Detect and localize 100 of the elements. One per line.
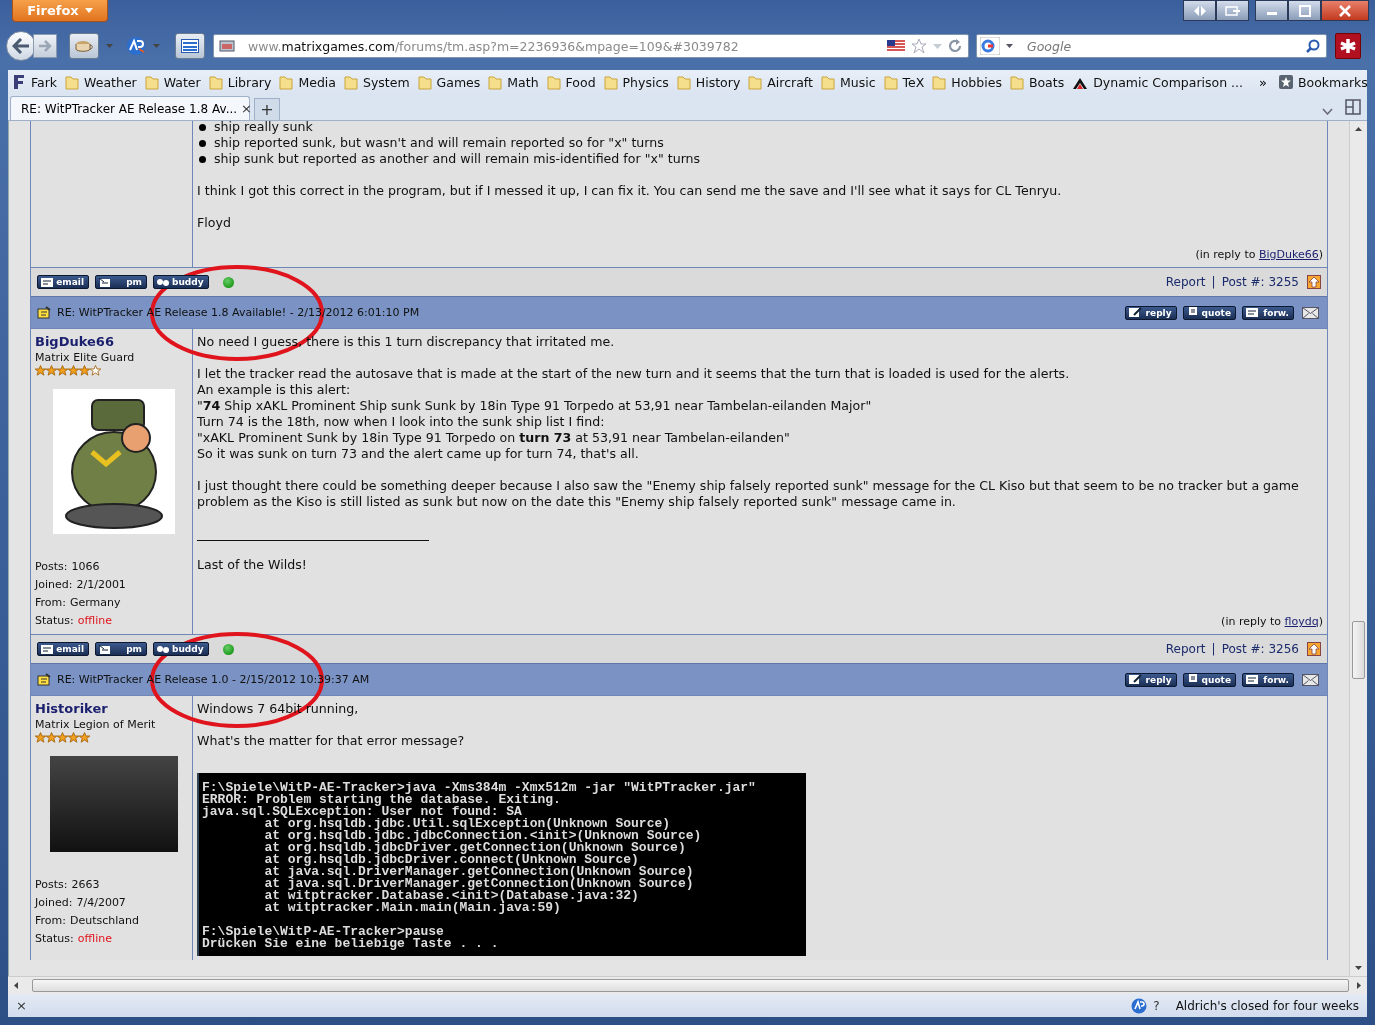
post-text: "74 Ship xAKL Prominent Ship sunk Sunk by 18in Type 91 Torpedo at 53,91 near Tambelan-eilanden Major" [197,398,873,414]
bookmark-link[interactable]: Games [415,74,483,90]
post-text: An example is this alert: [197,382,352,398]
bookmark-link[interactable]: Weather [63,74,139,90]
profile-action-button[interactable]: pm [95,642,147,656]
note-pencil-icon [37,673,51,686]
stat-label: Status: [35,932,74,945]
post-action-button[interactable]: reply [1124,305,1177,320]
back-button[interactable] [6,31,36,61]
envelope-icon[interactable] [1302,673,1319,686]
folder-icon [820,74,835,90]
profile-action-button[interactable]: email [37,642,89,656]
up-arrow-icon[interactable] [1307,642,1321,656]
tab-list-caret-icon[interactable] [1322,108,1333,115]
up-arrow-icon[interactable] [1307,275,1321,289]
bookmark-link[interactable]: Music [818,74,878,90]
bookmark-link[interactable]: Dynamic Comparison ... [1070,74,1246,90]
close-tab-button[interactable]: × [241,101,252,116]
addon-button[interactable] [1335,33,1361,59]
ap-logo-icon[interactable] [126,36,146,56]
post-text: Windows 7 64bit running, [197,701,360,717]
star-icon[interactable] [911,38,927,54]
stat-value: offline [77,614,112,627]
folder-icon [208,74,223,90]
tab-groups-icon[interactable] [1345,99,1361,115]
folder-icon [546,74,561,90]
bookmark-link[interactable]: Boats [1007,74,1067,90]
search-bar[interactable]: Google [976,34,1327,58]
folder-icon [343,74,358,90]
bookmarks-menu[interactable]: Bookmarks [1277,74,1370,90]
envelope-icon[interactable] [1302,306,1319,319]
minimize-button[interactable] [1255,0,1288,21]
star-icon [35,365,46,376]
console-text: at org.hsqldb.jdbcDriver.connect(Unknown Source) [263,854,639,866]
bookmark-link[interactable]: Physics [601,74,671,90]
console-text: ERROR: Problem starting the database. Exiting. [202,794,562,806]
folder-icon [488,74,503,90]
post-text: What's the matter for that error message? [197,733,466,749]
post-action-button[interactable]: quote [1182,305,1236,320]
star-icon [46,732,57,743]
reply-to-link[interactable]: floydq [1284,615,1319,628]
bookmark-link[interactable]: Media [277,74,338,90]
author-name-link[interactable]: Historiker [35,700,192,718]
scroll-thumb[interactable] [1352,621,1365,679]
scroll-thumb[interactable] [32,979,1349,992]
bookmark-link[interactable]: Fark [10,74,60,90]
post-action-button[interactable]: reply [1124,672,1177,687]
close-addon-bar-button[interactable]: × [16,998,27,1013]
list-item-text: ship really sunk [214,121,313,135]
overflow-button[interactable]: » [1253,74,1273,90]
split-view-button[interactable] [1183,0,1216,21]
bookmark-link[interactable]: Hobbies [930,74,1004,90]
vertical-scrollbar[interactable] [1349,121,1367,976]
reply-to-link[interactable]: BigDuke66 [1258,248,1319,261]
stat-value: 2/1/2001 [76,578,126,591]
bookmark-link[interactable]: Math [486,74,541,90]
bookmark-link[interactable]: Water [142,74,203,90]
close-button[interactable] [1321,0,1369,21]
export-button[interactable] [1216,0,1249,21]
close-icon [1338,4,1352,17]
dropdown-caret-icon [1006,44,1013,48]
console-text: Drücken Sie eine beliebige Taste . . . [202,938,500,950]
profile-action-button[interactable]: buddy [153,642,209,656]
bookmark-link[interactable]: Aircraft [746,74,815,90]
profile-action-button[interactable]: buddy [153,275,209,289]
cup-toolbar-button[interactable] [69,33,99,59]
bookmark-link[interactable]: Food [544,74,598,90]
ap-logo-icon[interactable] [1131,997,1148,1014]
report-link[interactable]: Report [1165,274,1206,290]
bookmark-link[interactable]: TeX [881,74,927,90]
search-input[interactable]: Google [1025,37,1303,55]
report-link[interactable]: Report [1165,641,1206,657]
list-toolbar-button[interactable] [175,33,205,59]
bookmark-link[interactable]: Library [206,74,274,90]
stat-label: Posts: [35,878,68,891]
browser-tab[interactable]: RE: WitPTracker AE Release 1.8 Av... × [10,96,250,120]
stat-value: Deutschland [69,914,139,927]
bookmark-link[interactable]: System [341,74,412,90]
star-icon [46,365,57,376]
post-action-button[interactable]: quote [1182,672,1236,687]
post-action-button[interactable]: forw. [1242,305,1294,320]
maximize-button[interactable] [1288,0,1321,21]
address-field[interactable]: www.matrixgames.com/forums/tm.asp?m=2236936&mpage=109&#3039782 [213,34,969,58]
reload-icon[interactable] [948,39,962,53]
new-tab-button[interactable]: + [254,98,280,120]
post-text: I think I got this correct in the program, but if I messed it up, I can fix it. You can send me the save and I'll see what it says for CL Tenryu. [197,183,1063,199]
star-icon [68,732,79,743]
bookmark-link[interactable]: History [674,74,743,90]
stat-value: Germany [69,596,121,609]
reply-to-text: (in reply to BigDuke66) [1195,248,1323,261]
post-action-button[interactable]: forw. [1242,672,1294,687]
maximize-icon [1297,4,1312,17]
author-name-link[interactable]: BigDuke66 [35,333,192,351]
post-number: Post #: 3256 [1221,641,1299,657]
stat-value: 2663 [71,878,100,891]
horizontal-scrollbar[interactable] [8,976,1367,994]
profile-action-button[interactable]: email [37,275,89,289]
help-text: ? [1153,998,1160,1013]
profile-action-button[interactable]: pm [95,275,147,289]
folder-icon [1009,74,1024,90]
